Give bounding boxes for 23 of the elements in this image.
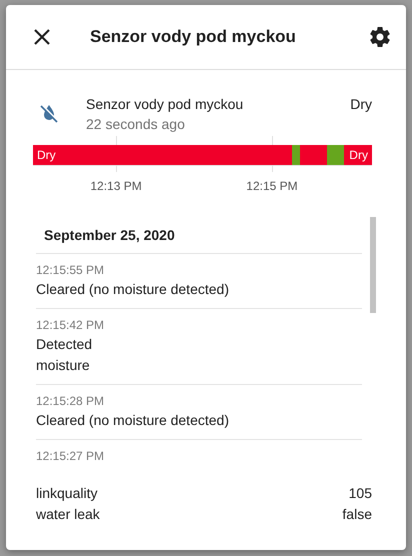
- date-header: September 25, 2020: [36, 217, 362, 254]
- entry-time: 12:15:42 PM: [36, 317, 106, 334]
- entry-message: Cleared (no moisture detected): [36, 411, 230, 430]
- last-changed: 22 seconds ago: [86, 115, 186, 134]
- entry-message: Cleared (no moisture detected): [36, 280, 230, 299]
- scrollbar[interactable]: [370, 217, 376, 313]
- attribute-value: false: [342, 505, 372, 524]
- axis-label: 12:13 PM: [90, 179, 142, 193]
- dialog-title: Senzor vody pod myckou: [90, 27, 297, 47]
- settings-button[interactable]: [368, 25, 392, 49]
- segment-label: Dry: [36, 148, 57, 162]
- entry-time: 12:15:28 PM: [36, 393, 106, 410]
- axis-label: 12:15 PM: [246, 179, 298, 193]
- attribute-name: water leak: [36, 505, 100, 524]
- entry-time: 12:15:55 PM: [36, 262, 106, 279]
- entity-state: Dry: [350, 95, 372, 114]
- attribute-name: linkquality: [36, 484, 98, 503]
- entry-message: Detected moisture: [36, 335, 94, 375]
- settings-icon: [368, 25, 392, 49]
- segment-label: Dry: [348, 148, 369, 162]
- entry-time: 12:15:27 PM: [36, 448, 106, 465]
- entity-name: Senzor vody pod myckou: [86, 95, 244, 114]
- attribute-value: 105: [348, 484, 372, 503]
